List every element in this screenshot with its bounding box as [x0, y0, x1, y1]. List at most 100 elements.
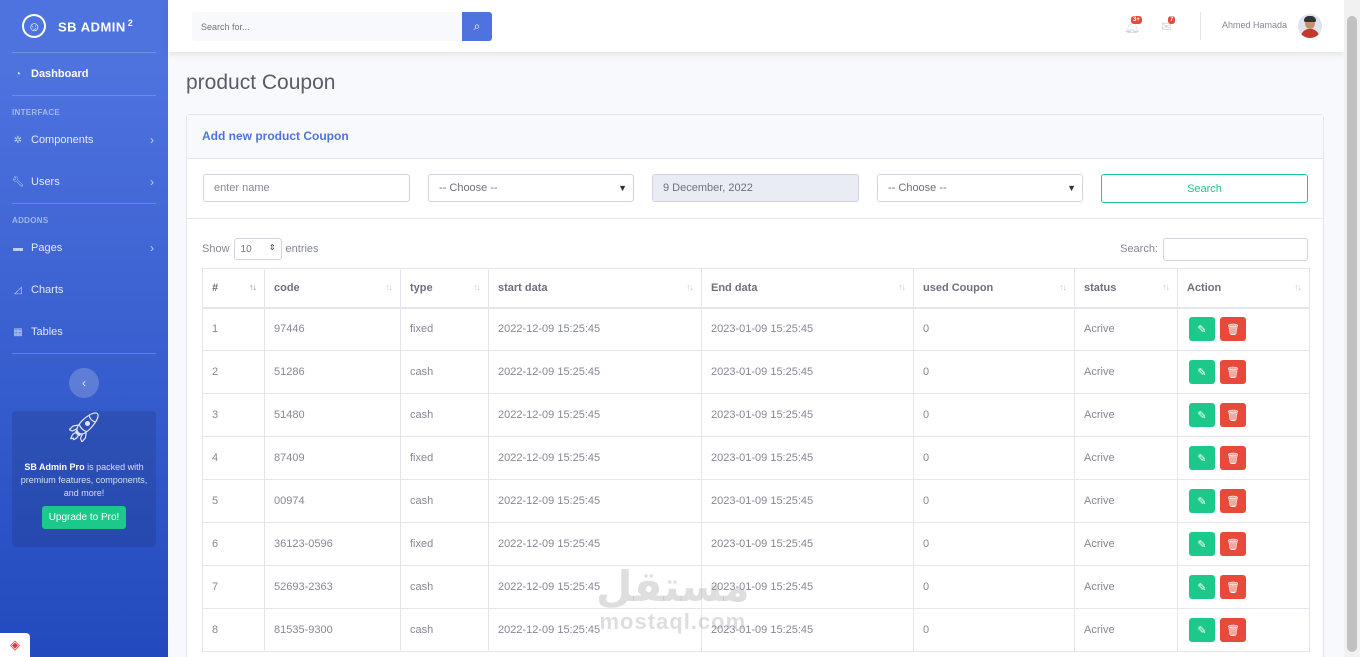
table-cell: fixed — [400, 436, 489, 480]
page-length-select[interactable]: 10 ⇕ — [233, 238, 282, 260]
chevron-down-icon: ▼ — [618, 183, 627, 193]
table-body: 1 97446 fixed 2022-12-09 15:25:45 2023-01-09… — [202, 307, 1310, 652]
type-select[interactable]: -- Choose -- ▼ — [428, 174, 634, 202]
delete-button[interactable]: 🗑︎ — [1220, 618, 1246, 642]
edit-button[interactable]: ✎ — [1189, 489, 1215, 513]
sidebar-brand[interactable]: ☺ SB ADMIN 2 — [0, 0, 168, 52]
delete-button[interactable]: 🗑︎ — [1220, 575, 1246, 599]
table-row: 5 00974 cash 2022-12-09 15:25:45 2023-01-09 … — [202, 479, 1310, 523]
col-header-number[interactable]: # ↑↓ — [202, 268, 265, 309]
avatar-hair — [1304, 16, 1316, 22]
table-cell: 52693-2363 — [264, 565, 401, 609]
filter-row: enter name -- Choose -- ▼ 9 December, 20… — [187, 159, 1323, 219]
delete-button[interactable]: 🗑︎ — [1220, 489, 1246, 513]
table-cell: cash — [400, 393, 489, 437]
user-name[interactable]: Ahmed Hamada — [1222, 20, 1287, 30]
delete-button[interactable]: 🗑︎ — [1220, 360, 1246, 384]
trash-icon: 🗑︎ — [1226, 624, 1240, 637]
sidebar-item-pages[interactable]: ▬ Pages › — [0, 227, 168, 269]
table-row: 7 52693-2363 cash 2022-12-09 15:25:45 2023-0… — [202, 565, 1310, 609]
filter-search-button[interactable]: Search — [1101, 174, 1308, 203]
delete-button[interactable]: 🗑︎ — [1220, 532, 1246, 556]
edit-button[interactable]: ✎ — [1189, 532, 1215, 556]
laugh-wink-icon: ☺ — [19, 11, 49, 41]
table-cell: 2022-12-09 15:25:45 — [488, 393, 702, 437]
edit-button[interactable]: ✎ — [1189, 575, 1215, 599]
table-row: 1 97446 fixed 2022-12-09 15:25:45 2023-01-09… — [202, 307, 1310, 351]
sidebar-item-charts[interactable]: ◿ Charts — [0, 269, 168, 311]
action-cell: ✎ 🗑︎ — [1177, 436, 1310, 480]
name-input[interactable]: enter name — [203, 174, 410, 202]
delete-button[interactable]: 🗑︎ — [1220, 403, 1246, 427]
trash-icon: 🗑︎ — [1226, 409, 1240, 422]
col-header-code[interactable]: code ↑↓ — [264, 268, 401, 309]
table-cell: 0 — [913, 479, 1075, 523]
page-scrollbar[interactable] — [1344, 0, 1360, 657]
sort-icon: ↑↓ — [1294, 282, 1302, 292]
alerts-badge: 3+ — [1131, 16, 1142, 24]
laravel-icon[interactable]: ◈ — [0, 633, 30, 657]
table-cell: fixed — [400, 307, 489, 351]
search-input[interactable] — [192, 12, 462, 41]
delete-button[interactable]: 🗑︎ — [1220, 446, 1246, 470]
status-select[interactable]: -- Choose -- ▼ — [877, 174, 1083, 202]
upgrade-button[interactable]: Upgrade to Pro! — [41, 506, 127, 529]
status-select-value: -- Choose -- — [888, 182, 947, 194]
edit-button[interactable]: ✎ — [1189, 618, 1215, 642]
table-cell: 2023-01-09 15:25:45 — [701, 522, 914, 566]
chevron-right-icon: › — [150, 241, 154, 255]
table-cell: 2023-01-09 15:25:45 — [701, 393, 914, 437]
sort-icon: ↑↓ — [1162, 282, 1170, 292]
col-header-start-data[interactable]: start data ↑↓ — [488, 268, 702, 309]
table-cell: cash — [400, 479, 489, 523]
sort-icon: ↑↓ — [473, 282, 481, 292]
sidebar-item-users[interactable]: 🔧︎ Users › — [0, 161, 168, 203]
datatable-search-input[interactable] — [1163, 238, 1308, 261]
topbar-divider — [1200, 12, 1201, 40]
card-header: Add new product Coupon — [187, 115, 1323, 159]
edit-button[interactable]: ✎ — [1189, 317, 1215, 342]
delete-button[interactable]: 🗑︎ — [1220, 317, 1246, 342]
table-cell: 2023-01-09 15:25:45 — [701, 350, 914, 394]
date-field[interactable]: 9 December, 2022 — [652, 174, 859, 202]
datatable-search-label: Search: — [1120, 243, 1158, 255]
sidebar-item-dashboard[interactable]: ◔ Dashboard — [0, 53, 168, 95]
col-header-end-data[interactable]: End data ↑↓ — [701, 268, 914, 309]
edit-icon: ✎ — [1197, 366, 1207, 379]
edit-button[interactable]: ✎ — [1189, 403, 1215, 427]
edit-icon: ✎ — [1197, 409, 1207, 422]
col-header-type[interactable]: type ↑↓ — [400, 268, 489, 309]
alerts-button[interactable]: 🔔︎ 3+ — [1124, 16, 1142, 35]
table-cell: cash — [400, 350, 489, 394]
table-cell: cash — [400, 608, 489, 652]
sort-icon: ↑↓ — [686, 282, 694, 292]
table-row: 4 87409 fixed 2022-12-09 15:25:45 2023-01-09… — [202, 436, 1310, 480]
messages-button[interactable]: ✉ 7 — [1161, 16, 1176, 35]
col-header-status[interactable]: status ↑↓ — [1074, 268, 1178, 309]
table-cell: Acrive — [1074, 350, 1178, 394]
sidebar-item-components[interactable]: ✲ Components › — [0, 119, 168, 161]
col-header-used-coupon[interactable]: used Coupon ↑↓ — [913, 268, 1075, 309]
edit-button[interactable]: ✎ — [1189, 360, 1215, 384]
tachometer-icon: ◔ — [14, 68, 22, 80]
table-cell: Acrive — [1074, 522, 1178, 566]
type-select-value: -- Choose -- — [439, 182, 498, 194]
sort-icon: ↑↓ — [898, 282, 906, 292]
add-coupon-link[interactable]: Add new product Coupon — [202, 129, 349, 143]
sidebar-toggle-button[interactable]: ‹ — [69, 368, 99, 398]
table-cell: 0 — [913, 393, 1075, 437]
promo-text: SB Admin Pro is packed with premium feat… — [20, 462, 148, 498]
edit-button[interactable]: ✎ — [1189, 446, 1215, 470]
brand-title: SB ADMIN 2 — [58, 17, 134, 35]
folder-icon: ▬ — [13, 242, 23, 254]
table-cell: 8 — [202, 608, 265, 652]
sidebar-item-tables[interactable]: ▦ Tables — [0, 311, 168, 353]
chevron-right-icon: › — [150, 133, 154, 147]
avatar[interactable] — [1298, 14, 1322, 38]
rocket-icon: 🚀︎ — [64, 411, 104, 444]
col-header-action[interactable]: Action ↑↓ — [1177, 268, 1310, 309]
scrollbar-thumb[interactable] — [1347, 16, 1357, 652]
search-button[interactable]: ⌕ — [462, 12, 492, 41]
table-cell: 2022-12-09 15:25:45 — [488, 436, 702, 480]
sidebar-item-label: Components — [31, 134, 94, 146]
